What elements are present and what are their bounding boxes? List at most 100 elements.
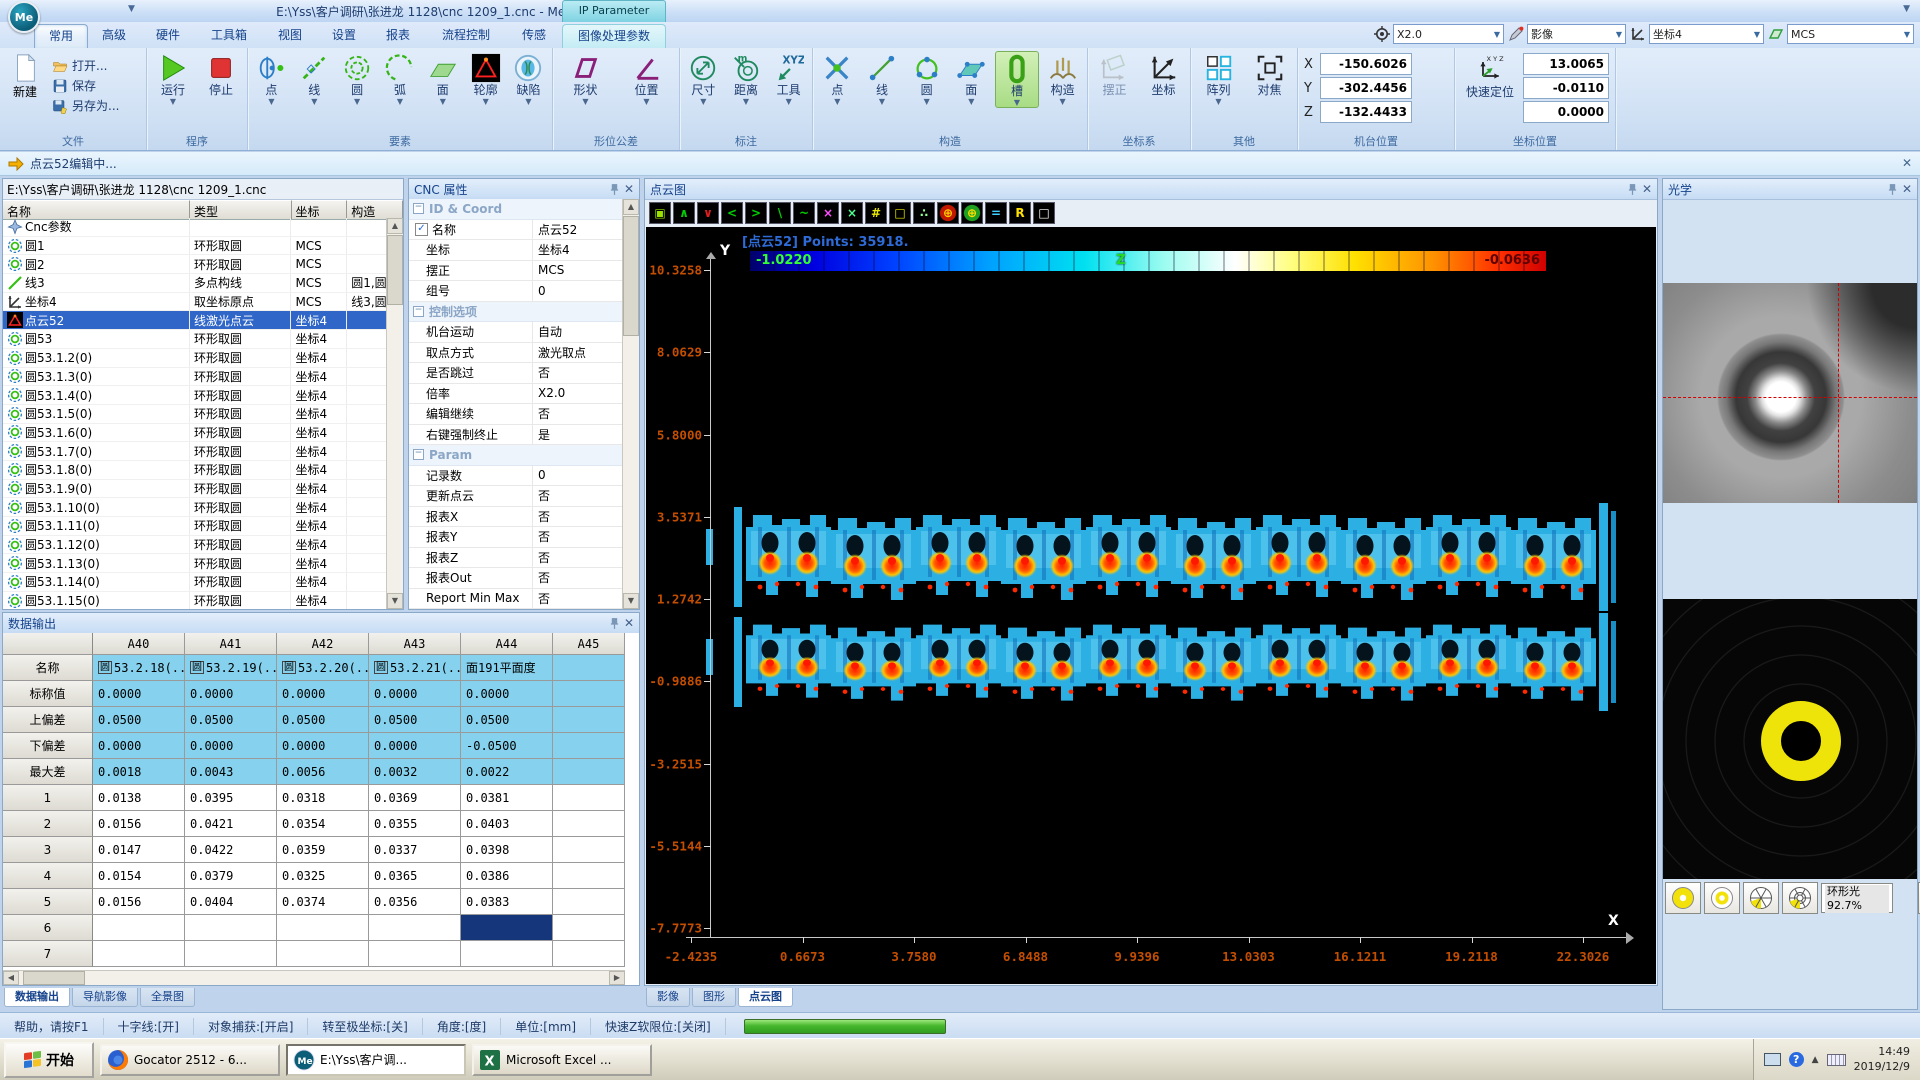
table-cell[interactable]: 0.0056 [277,759,369,785]
property-value[interactable]: 自动 [533,322,623,342]
table-cell[interactable]: 0.0365 [369,863,461,889]
table-cell[interactable]: 0.0381 [461,785,553,811]
table-cell[interactable] [553,681,625,707]
线-button[interactable]: 线▼ [861,51,903,106]
位置-button[interactable]: 位置▼ [626,51,668,106]
slope-icon[interactable]: \ [769,202,791,224]
table-cell[interactable]: 0.0422 [185,837,277,863]
light-button-4[interactable] [1782,882,1818,914]
output-tab-导航影像[interactable]: 导航影像 [72,988,138,1007]
tree-row[interactable]: Cnc参数 [3,218,387,237]
column-header-A45[interactable]: A45 [553,633,625,655]
start-button[interactable]: 开始 [4,1042,94,1078]
tree-row[interactable]: 圆53.1.13(0)环形取圆坐标4 [3,554,387,573]
table-cell[interactable]: 0.0359 [277,837,369,863]
show-hidden-icons[interactable]: ▲ [1812,1055,1819,1065]
table-cell[interactable]: 0.0156 [93,889,185,915]
table-cell[interactable] [369,941,461,967]
table-cell[interactable]: 0.0138 [93,785,185,811]
pin-icon[interactable] [1628,183,1637,196]
槽-button[interactable]: 槽▼ [995,51,1039,108]
notification-close-icon[interactable]: ✕ [1902,156,1912,170]
tree-scrollbar-thumb[interactable] [387,235,403,305]
table-cell[interactable] [553,733,625,759]
tree-row[interactable]: 圆53.1.3(0)环形取圆坐标4 [3,368,387,387]
table-cell[interactable]: 0.0032 [369,759,461,785]
property-value[interactable]: 0 [533,281,623,301]
打开-button[interactable]: 打开... [52,57,119,74]
table-cell[interactable] [93,941,185,967]
tree-row[interactable]: 圆53.1.7(0)环形取圆坐标4 [3,442,387,461]
table-cell[interactable] [93,915,185,941]
table-cell[interactable]: 0.0018 [93,759,185,785]
tree-row[interactable]: 圆53.1.9(0)环形取圆坐标4 [3,480,387,499]
point-cloud-canvas[interactable]: [点云52] Points: 35918. -1.0220 Z -0.0636 [646,227,1656,984]
构造-button[interactable]: 构造▼ [1042,51,1084,106]
面-button[interactable]: 面▼ [950,51,992,106]
combo-box[interactable]: 影像▼ [1527,24,1626,44]
点-button[interactable]: 点▼ [250,51,292,106]
cnc-scrollbar-thumb[interactable] [623,216,639,336]
阵列-button[interactable]: 阵列▼ [1198,51,1240,106]
tree-row[interactable]: 圆53.1.5(0)环形取圆坐标4 [3,405,387,424]
step-left-icon[interactable]: < [721,202,743,224]
尺寸-button[interactable]: 尺寸▼ [682,51,724,106]
table-cell[interactable] [277,941,369,967]
table-cell[interactable]: 0.0398 [461,837,553,863]
app-logo[interactable]: Me [8,1,40,33]
圆-button[interactable]: 圆▼ [336,51,378,106]
tree-col-类型[interactable]: 类型 [190,200,291,219]
property-value[interactable]: 否 [533,486,623,506]
quick-access-arrow-icon[interactable]: ▼ [128,4,135,14]
table-cell[interactable]: -0.0500 [461,733,553,759]
table-cell[interactable]: 0.0383 [461,889,553,915]
table-cell[interactable]: 0.0354 [277,811,369,837]
table-cell[interactable]: 圆53.2.20(... [277,655,369,681]
运行-button[interactable]: 运行▼ [152,51,194,106]
table-cell[interactable]: 0.0000 [461,681,553,707]
tab-工具箱[interactable]: 工具箱 [196,24,262,48]
combo-box[interactable]: X2.0▼ [1393,24,1504,44]
tree-row[interactable]: 圆53.1.14(0)环形取圆坐标4 [3,573,387,592]
quick-position-button[interactable]: X Y Z快速定位 [1461,53,1519,123]
table-cell[interactable] [553,759,625,785]
camera-live-view[interactable] [1663,283,1917,503]
tree-row[interactable]: 圆1环形取圆MCS [3,237,387,256]
tree-row[interactable]: 圆53.1.11(0)环形取圆坐标4 [3,517,387,536]
column-header-A42[interactable]: A42 [277,633,369,655]
property-value[interactable]: 否 [533,363,623,383]
property-value[interactable]: 否 [533,507,623,527]
profile-icon[interactable]: ~ [793,202,815,224]
table-cell[interactable]: 圆53.2.21(... [369,655,461,681]
缺陷-button[interactable]: 缺陷▼ [507,51,549,106]
scroll-down-icon[interactable]: ▼ [387,593,403,609]
table-cell[interactable]: 0.0000 [185,733,277,759]
tree-row[interactable]: 线3多点构线MCS圆1,圆2 [3,274,387,293]
property-value[interactable]: 否 [533,404,623,424]
table-cell[interactable] [553,863,625,889]
property-value[interactable]: 是 [533,425,623,445]
table-cell[interactable]: 0.0043 [185,759,277,785]
light-button-3[interactable] [1743,882,1779,914]
tab-视图[interactable]: 视图 [264,24,316,48]
tab-流程控制[interactable]: 流程控制 [426,24,506,48]
轮廓-button[interactable]: 轮廓▼ [465,51,507,106]
table-cell[interactable]: 0.0147 [93,837,185,863]
面-button[interactable]: 面▼ [422,51,464,106]
light-button-1[interactable] [1665,882,1701,914]
property-value[interactable]: 坐标4 [533,240,623,260]
table-cell[interactable]: 0.0000 [277,733,369,759]
线-button[interactable]: 线▼ [293,51,335,106]
table-cell[interactable]: 0.0000 [93,733,185,759]
scatter-icon[interactable]: ∴ [913,202,935,224]
table-cell[interactable]: 0.0403 [461,811,553,837]
tree-row[interactable]: 圆53.1.8(0)环形取圆坐标4 [3,461,387,480]
property-value[interactable]: MCS [533,261,623,281]
column-header-A40[interactable]: A40 [93,633,185,655]
cnc-group-ID & Coord[interactable]: −ID & Coord [409,199,623,220]
titlebar-options-arrow-icon[interactable]: ▼ [1903,4,1910,14]
light-button-2[interactable] [1704,882,1740,914]
property-value[interactable]: 激光取点 [533,343,623,363]
target-green-icon[interactable]: ⊕ [961,202,983,224]
target-red-icon[interactable]: ⊕ [937,202,959,224]
